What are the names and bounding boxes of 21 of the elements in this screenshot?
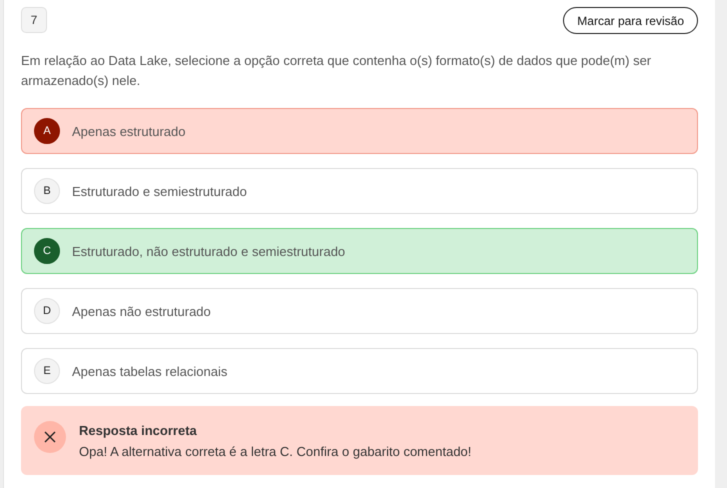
answer-option[interactable]: A Apenas estruturado (21, 108, 698, 154)
feedback-message: Opa! A alternativa correta é a letra C. Confira o gabarito comentado! (79, 444, 472, 459)
question-text: Em relação ao Data Lake, selecione a opção correta que contenha o(s) formato(s) de dados que pode(m) ser armazenado(s) nele. (21, 52, 652, 90)
answer-option[interactable]: D Apenas não estruturado (21, 288, 698, 334)
option-text: Estruturado e semiestruturado (72, 184, 247, 198)
option-letter: A (34, 118, 60, 144)
option-text: Estruturado, não estruturado e semiestruturado (72, 244, 346, 258)
option-letter: B (34, 178, 60, 204)
review-button[interactable]: Marcar para revisão (563, 7, 698, 34)
option-text: Apenas não estruturado (72, 304, 211, 318)
answer-option[interactable]: C Estruturado, não estruturado e semiestruturado (21, 228, 698, 274)
feedback-title: Resposta incorreta (79, 423, 198, 438)
option-letter: E (34, 358, 60, 384)
option-letter: C (34, 238, 60, 264)
question-number: 7 (21, 7, 47, 33)
answer-option[interactable]: B Estruturado e semiestruturado (21, 168, 698, 214)
close-icon (34, 421, 66, 453)
option-text: Apenas estruturado (72, 124, 186, 138)
option-text: Apenas tabelas relacionais (72, 364, 228, 378)
option-letter: D (34, 298, 60, 324)
answer-option[interactable]: E Apenas tabelas relacionais (21, 348, 698, 394)
